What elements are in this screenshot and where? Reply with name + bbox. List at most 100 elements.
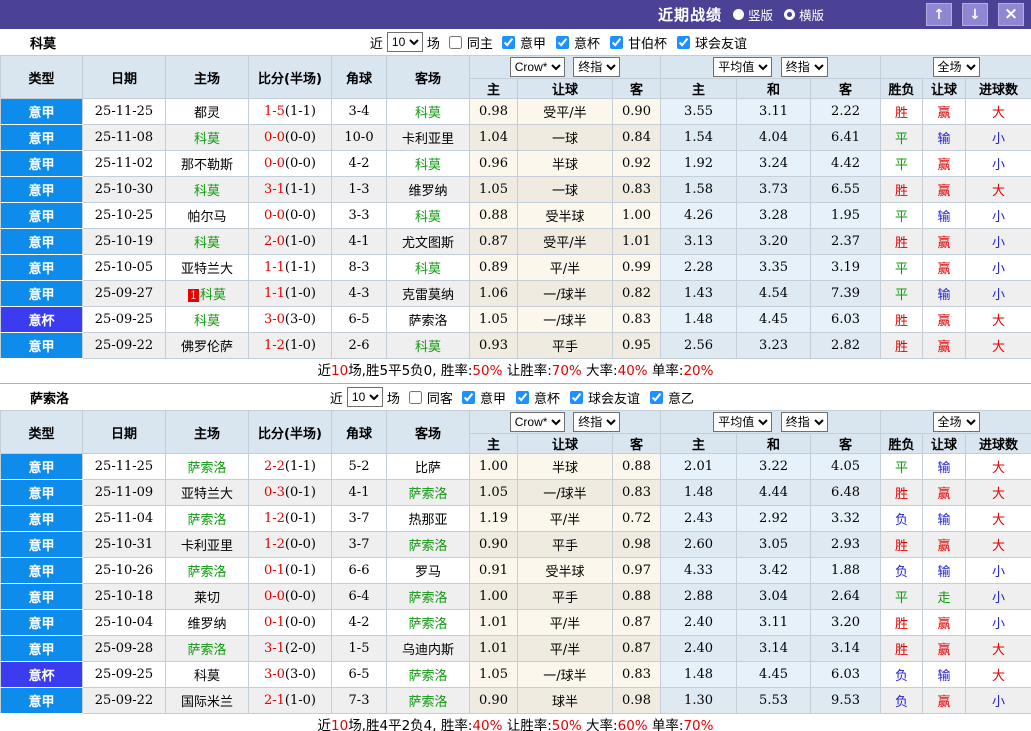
avg-source-select[interactable]: 平均值 <box>713 412 773 432</box>
handicap-line: 平/半 <box>517 505 613 532</box>
match-row: 意甲 25-11-08 科莫 0-0(0-0) 10-0 卡利亚里 1.04 一… <box>0 124 1031 151</box>
odds-index-select[interactable]: 终指 <box>573 57 621 77</box>
result-handicap: 输 <box>922 202 967 229</box>
league-checkbox[interactable] <box>555 35 569 49</box>
away-team: 萨索洛 <box>386 479 470 506</box>
league-checkbox[interactable] <box>569 390 583 404</box>
radio-selected-icon <box>733 9 745 20</box>
away-team-name: 萨索洛 <box>408 669 448 684</box>
match-date: 25-10-25 <box>82 202 166 229</box>
result-outcome: 平 <box>880 202 924 229</box>
avg-home-odds: 1.48 <box>660 306 738 333</box>
match-row: 意甲 25-10-19 科莫 2-0(1-0) 4-1 尤文图斯 0.87 受平… <box>0 228 1031 255</box>
league-checkbox[interactable] <box>461 390 475 404</box>
avg-source-select[interactable]: 平均值 <box>713 57 773 77</box>
score-cell: 1-5(1-1) <box>248 98 332 125</box>
avg-away-odds: 4.42 <box>810 150 882 177</box>
league-checkbox[interactable] <box>649 390 663 404</box>
same-venue-checkbox[interactable] <box>448 35 462 49</box>
move-down-button[interactable]: ↓ <box>962 3 988 26</box>
match-count-select[interactable]: 10 <box>386 32 423 52</box>
home-team-name: 亚特兰大 <box>180 262 233 277</box>
col-header-score: 比分(半场) <box>248 410 332 454</box>
score-cell: 0-0(0-0) <box>248 202 332 229</box>
match-date: 25-10-31 <box>82 531 166 558</box>
close-button[interactable]: × <box>998 3 1024 26</box>
home-team-name: 佛罗伦萨 <box>180 340 233 355</box>
home-odds: 0.91 <box>469 557 518 584</box>
avg-home-odds: 2.88 <box>660 583 738 610</box>
result-goals: 小 <box>965 228 1031 255</box>
fulltime-score: 0-3 <box>263 485 285 500</box>
score-cell: 3-1(1-1) <box>248 176 332 203</box>
score-cell: 0-0(0-0) <box>248 583 332 610</box>
league-type-cell: 意杯 <box>0 306 83 333</box>
scope-select[interactable]: 全场 <box>932 57 980 77</box>
handicap-line: 球半 <box>517 687 613 714</box>
league-label: 意乙 <box>667 391 694 407</box>
away-team: 科莫 <box>386 98 470 125</box>
odds-source-select[interactable]: Crow* <box>509 57 565 77</box>
avg-index-select[interactable]: 终指 <box>780 412 828 432</box>
result-outcome: 胜 <box>880 479 924 506</box>
away-team-name: 乌迪内斯 <box>401 643 454 658</box>
scope-select[interactable]: 全场 <box>932 412 980 432</box>
move-up-button[interactable]: ↑ <box>926 3 952 26</box>
odds-source-select[interactable]: Crow* <box>509 412 565 432</box>
home-team-name: 科莫 <box>193 184 220 199</box>
avg-away-odds: 6.03 <box>810 306 882 333</box>
score-cell: 0-1(0-1) <box>248 557 332 584</box>
league-type-cell: 意甲 <box>0 687 83 714</box>
avg-draw-odds: 4.44 <box>736 479 812 506</box>
away-team-name: 科莫 <box>414 340 441 355</box>
away-odds: 0.92 <box>611 150 662 177</box>
fulltime-score: 0-0 <box>263 130 285 145</box>
league-checkbox[interactable] <box>515 390 529 404</box>
result-goals: 大 <box>965 505 1031 532</box>
home-team: 萨索洛 <box>165 505 249 532</box>
summary-segment: 40% <box>617 363 648 379</box>
window-title: 近期战绩 <box>658 6 723 24</box>
avg-away-odds: 3.14 <box>810 635 882 662</box>
league-checkbox[interactable] <box>609 35 623 49</box>
result-handicap: 赢 <box>922 150 967 177</box>
away-team-name: 科莫 <box>414 106 441 121</box>
layout-radio-vertical[interactable]: 竖版 <box>733 5 773 24</box>
away-odds: 0.87 <box>611 609 662 636</box>
corner-score: 4-1 <box>331 479 387 506</box>
away-team-name: 科莫 <box>414 262 441 277</box>
same-venue-checkbox[interactable] <box>408 390 422 404</box>
match-count-select[interactable]: 10 <box>346 387 383 407</box>
away-team: 萨索洛 <box>386 531 470 558</box>
corner-score: 2-6 <box>331 332 387 359</box>
layout-radio-horizontal[interactable]: 横版 <box>784 5 824 24</box>
home-odds: 1.05 <box>469 306 518 333</box>
odds-index-select[interactable]: 终指 <box>573 412 621 432</box>
match-date: 25-09-25 <box>82 661 166 688</box>
scope-group-header: 全场 <box>880 55 1031 79</box>
summary-segment: 让胜率: <box>502 718 552 731</box>
away-odds: 0.88 <box>611 453 662 480</box>
handicap-line: 平/半 <box>517 635 613 662</box>
league-type-cell: 意甲 <box>0 635 83 662</box>
fulltime-score: 1-1 <box>263 286 285 301</box>
league-type-cell: 意甲 <box>0 254 83 281</box>
match-row: 意甲 25-09-28 萨索洛 3-1(2-0) 1-5 乌迪内斯 1.01 平… <box>0 635 1031 662</box>
away-odds: 0.90 <box>611 98 662 125</box>
result-goals: 大 <box>965 332 1031 359</box>
match-row: 意甲 25-10-04 维罗纳 0-1(0-0) 4-2 萨索洛 1.01 平/… <box>0 609 1031 636</box>
league-checkbox[interactable] <box>676 35 690 49</box>
corner-score: 4-1 <box>331 228 387 255</box>
league-type-cell: 意甲 <box>0 453 83 480</box>
league-label: 意杯 <box>533 391 560 407</box>
halftime-score: (0-1) <box>284 485 316 500</box>
avg-index-select[interactable]: 终指 <box>780 57 828 77</box>
league-checkbox[interactable] <box>501 35 515 49</box>
fulltime-score: 0-0 <box>263 208 285 223</box>
down-arrow-icon: ↓ <box>969 6 981 23</box>
match-date: 25-10-04 <box>82 609 166 636</box>
home-team-name: 科莫 <box>199 288 226 303</box>
summary-text: 近10场,胜4平2负4, 胜率:40% 让胜率:50% 大率:60% 单率:70… <box>0 714 1031 731</box>
away-team-name: 萨索洛 <box>408 617 448 632</box>
league-label: 意甲 <box>519 36 546 52</box>
